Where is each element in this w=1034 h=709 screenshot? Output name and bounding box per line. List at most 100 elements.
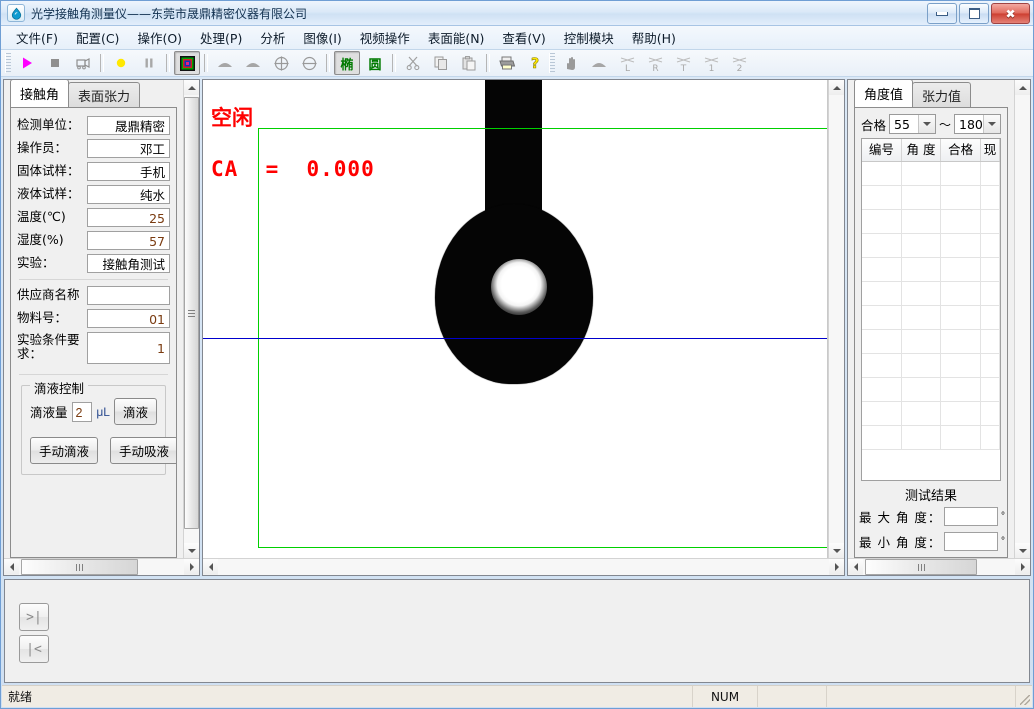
circle-fit-button[interactable]: 圆 [362, 51, 388, 75]
image-scroll-track-h[interactable] [218, 559, 829, 575]
input-conditions[interactable]: 1 [87, 332, 170, 364]
input-liquid-sample[interactable]: 纯水 [87, 185, 170, 204]
table-row[interactable] [862, 210, 1000, 234]
scroll-up-arrow[interactable] [184, 80, 199, 95]
table-row[interactable] [862, 282, 1000, 306]
max-angle-input[interactable] [944, 507, 998, 526]
menu-operate[interactable]: 操作(O) [128, 25, 191, 50]
stop-button[interactable] [42, 51, 68, 75]
chevron-down-icon-2[interactable] [983, 115, 1000, 133]
chevron-down-icon[interactable] [918, 115, 935, 133]
scroll-right-arrow[interactable] [184, 559, 199, 574]
cut-button[interactable] [400, 51, 426, 75]
print-button[interactable] [494, 51, 520, 75]
image-scroll-down-arrow[interactable] [829, 543, 844, 558]
table-row[interactable] [862, 354, 1000, 378]
right-scroll-left-arrow[interactable] [848, 559, 863, 574]
table-row[interactable] [862, 234, 1000, 258]
table-row[interactable] [862, 378, 1000, 402]
toolbar-grip[interactable] [5, 53, 11, 73]
right-scroll-track-h[interactable] [863, 559, 1015, 575]
drop-shape-button[interactable] [586, 51, 612, 75]
menu-process[interactable]: 处理(P) [191, 25, 251, 50]
scroll-track-h[interactable] [19, 559, 184, 575]
measure-1-button[interactable]: 1 [698, 51, 724, 75]
table-row[interactable] [862, 306, 1000, 330]
tab-angle-values[interactable]: 角度值 [854, 80, 913, 107]
image-vertical-scrollbar[interactable] [828, 80, 844, 558]
resize-grip-icon[interactable] [1016, 686, 1032, 707]
scroll-left-arrow[interactable] [4, 559, 19, 574]
manual-suck-button[interactable]: 手动吸液 [110, 437, 177, 464]
right-scroll-down-arrow[interactable] [1015, 543, 1030, 558]
image-view[interactable]: 空闲 CA = 0.000 [203, 80, 828, 558]
scroll-down-arrow[interactable] [184, 543, 199, 558]
input-material-no[interactable]: 01 [87, 309, 170, 328]
measure-top-button[interactable]: T [670, 51, 696, 75]
image-horizontal-scrollbar[interactable] [203, 558, 844, 575]
hand-button[interactable] [558, 51, 584, 75]
right-scroll-right-arrow[interactable] [1015, 559, 1030, 574]
menu-surface-energy[interactable]: 表面能(N) [419, 25, 494, 50]
measure-2-button[interactable]: 2 [726, 51, 752, 75]
grid-rows[interactable] [862, 162, 1000, 480]
help-button[interactable]: ? [522, 51, 548, 75]
range-min-combo[interactable]: 55 [889, 114, 936, 134]
table-row[interactable] [862, 426, 1000, 450]
circle-cross-button[interactable] [268, 51, 294, 75]
step-forward-button[interactable]: >| [19, 603, 49, 631]
manual-dose-button[interactable]: 手动滴液 [30, 437, 98, 464]
input-solid-sample[interactable]: 手机 [87, 162, 170, 181]
measure-right-button[interactable]: R [642, 51, 668, 75]
dose-button[interactable]: 滴液 [114, 398, 157, 425]
minimize-button[interactable] [927, 3, 957, 24]
menu-file[interactable]: 文件(F) [7, 25, 67, 50]
right-scroll-track[interactable] [1015, 95, 1030, 543]
circle-line-button[interactable] [296, 51, 322, 75]
tab-tension-values[interactable]: 张力值 [912, 82, 971, 108]
image-canvas[interactable]: 空闲 CA = 0.000 [203, 80, 827, 558]
measure-left-button[interactable]: L [614, 51, 640, 75]
input-experiment[interactable]: 接触角测试 [87, 254, 170, 273]
baseline[interactable] [203, 338, 828, 339]
copy-button[interactable] [428, 51, 454, 75]
baseline-up-button[interactable] [212, 51, 238, 75]
table-row[interactable] [862, 330, 1000, 354]
scroll-thumb[interactable] [184, 97, 199, 529]
dose-amount-input[interactable]: 2 [72, 402, 93, 422]
input-operator[interactable]: 邓工 [87, 139, 170, 158]
scroll-track[interactable] [184, 95, 199, 543]
image-scroll-right-arrow[interactable] [829, 559, 844, 574]
table-row[interactable] [862, 258, 1000, 282]
capture-button[interactable] [70, 51, 96, 75]
maximize-button[interactable] [959, 3, 989, 24]
results-grid[interactable]: 编号 角 度 合格 现 [861, 138, 1001, 481]
right-panel-horizontal-scrollbar[interactable] [848, 558, 1030, 575]
toolbar-grip-2[interactable] [549, 53, 555, 73]
play-button[interactable] [14, 51, 40, 75]
image-scroll-left-arrow[interactable] [203, 559, 218, 574]
ellipse-fit-button[interactable]: 椭 [334, 51, 360, 75]
target-button[interactable] [174, 51, 200, 75]
menu-control-module[interactable]: 控制模块 [555, 25, 623, 50]
table-row[interactable] [862, 186, 1000, 210]
right-scroll-up-arrow[interactable] [1015, 80, 1030, 95]
baseline-down-button[interactable] [240, 51, 266, 75]
range-max-combo[interactable]: 180 [954, 114, 1001, 134]
image-scroll-up-arrow[interactable] [829, 80, 844, 95]
right-panel-vertical-scrollbar[interactable] [1014, 80, 1030, 558]
menu-image[interactable]: 图像(I) [294, 25, 350, 50]
input-temperature[interactable]: 25 [87, 208, 170, 227]
record-button[interactable] [108, 51, 134, 75]
table-row[interactable] [862, 402, 1000, 426]
menu-help[interactable]: 帮助(H) [623, 25, 685, 50]
paste-button[interactable] [456, 51, 482, 75]
table-row[interactable] [862, 162, 1000, 186]
input-inspection-unit[interactable]: 晟鼎精密 [87, 116, 170, 135]
image-scroll-track[interactable] [829, 95, 844, 543]
tab-contact-angle[interactable]: 接触角 [10, 80, 69, 107]
left-panel-vertical-scrollbar[interactable] [183, 80, 199, 558]
right-scroll-thumb-h[interactable] [865, 559, 977, 575]
step-back-button[interactable]: |< [19, 635, 49, 663]
left-panel-horizontal-scrollbar[interactable] [4, 558, 199, 575]
